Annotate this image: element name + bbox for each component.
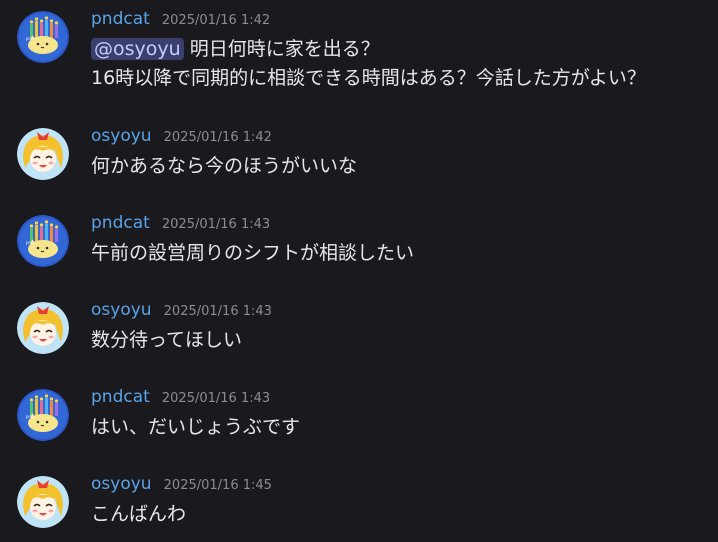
pndcat-avatar-icon — [17, 11, 69, 63]
message-header: osyoyu 2025/01/16 1:42 — [91, 123, 272, 149]
message-text: 何かあるなら今のほうがいいな — [91, 155, 358, 177]
username[interactable]: pndcat — [91, 9, 150, 29]
message-text: はい、だいじょうぶです — [91, 416, 301, 438]
username[interactable]: osyoyu — [91, 300, 152, 320]
message-header: osyoyu 2025/01/16 1:45 — [91, 471, 272, 497]
pndcat-avatar[interactable] — [17, 389, 69, 441]
message-header: pndcat 2025/01/16 1:43 — [91, 384, 270, 410]
osyoyu-avatar-icon — [17, 128, 69, 180]
user-mention[interactable]: @osyoyu — [91, 38, 184, 60]
message: osyoyu 2025/01/16 1:45 こんばんわ — [0, 471, 718, 533]
username[interactable]: osyoyu — [91, 126, 152, 146]
message-text: こんばんわ — [91, 503, 187, 525]
osyoyu-avatar[interactable] — [17, 128, 69, 180]
timestamp: 2025/01/16 1:42 — [161, 13, 271, 28]
timestamp: 2025/01/16 1:42 — [163, 130, 272, 145]
osyoyu-avatar-icon — [17, 302, 69, 354]
message-header: pndcat 2025/01/16 1:43 — [91, 210, 270, 236]
message-header: pndcat 2025/01/16 1:42 — [91, 6, 270, 32]
timestamp: 2025/01/16 1:43 — [161, 391, 271, 406]
username[interactable]: pndcat — [91, 213, 150, 233]
pndcat-avatar[interactable] — [17, 11, 69, 63]
pndcat-avatar-icon — [17, 215, 69, 267]
osyoyu-avatar-icon — [17, 476, 69, 528]
message-line: 16時以降で同期的に相談できる時間はある？今話した方がよい？ — [91, 67, 646, 89]
pndcat-avatar[interactable] — [17, 215, 69, 267]
message: osyoyu 2025/01/16 1:42 何かあるなら今のほうがいいな — [0, 123, 718, 185]
message-text: 明日何時に家を出る？ — [189, 38, 380, 60]
message: osyoyu 2025/01/16 1:43 数分待ってほしい — [0, 297, 718, 359]
timestamp: 2025/01/16 1:43 — [163, 304, 272, 319]
pndcat-avatar-icon — [17, 389, 69, 441]
timestamp: 2025/01/16 1:43 — [161, 217, 271, 232]
message: pndcat 2025/01/16 1:42 @osyoyu 明日何時に家を出る… — [0, 6, 718, 96]
message-text: 午前の設営周りのシフトが相談したい — [91, 242, 415, 264]
message-header: osyoyu 2025/01/16 1:43 — [91, 297, 272, 323]
chat-log: pndcat 2025/01/16 1:42 @osyoyu 明日何時に家を出る… — [0, 0, 718, 542]
username[interactable]: osyoyu — [91, 474, 152, 494]
message-text: 数分待ってほしい — [91, 329, 243, 351]
message-body: @osyoyu 明日何時に家を出る？ 16時以降で同期的に相談できる時間はある？… — [91, 35, 646, 93]
username[interactable]: pndcat — [91, 387, 150, 407]
message: pndcat 2025/01/16 1:43 はい、だいじょうぶです — [0, 384, 718, 446]
osyoyu-avatar[interactable] — [17, 302, 69, 354]
osyoyu-avatar[interactable] — [17, 476, 69, 528]
message: pndcat 2025/01/16 1:43 午前の設営周りのシフトが相談したい — [0, 210, 718, 272]
timestamp: 2025/01/16 1:45 — [163, 478, 272, 493]
message-line: @osyoyu 明日何時に家を出る？ — [91, 35, 646, 64]
